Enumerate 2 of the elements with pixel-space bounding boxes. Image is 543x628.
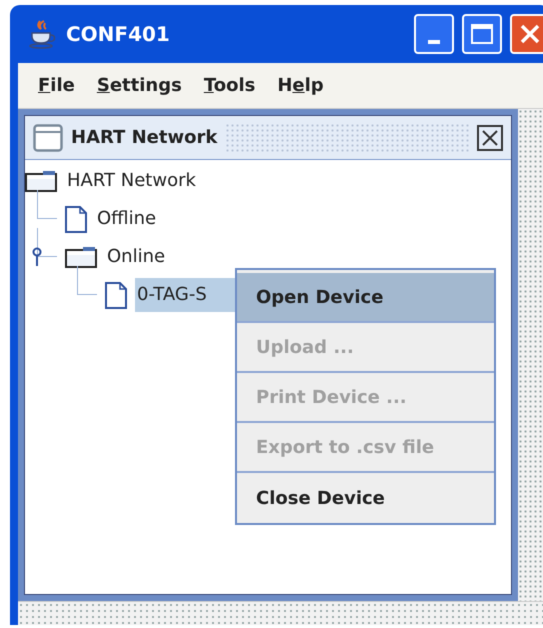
window-title: CONF401 [66,21,171,48]
frame-title: HART Network [71,126,218,150]
